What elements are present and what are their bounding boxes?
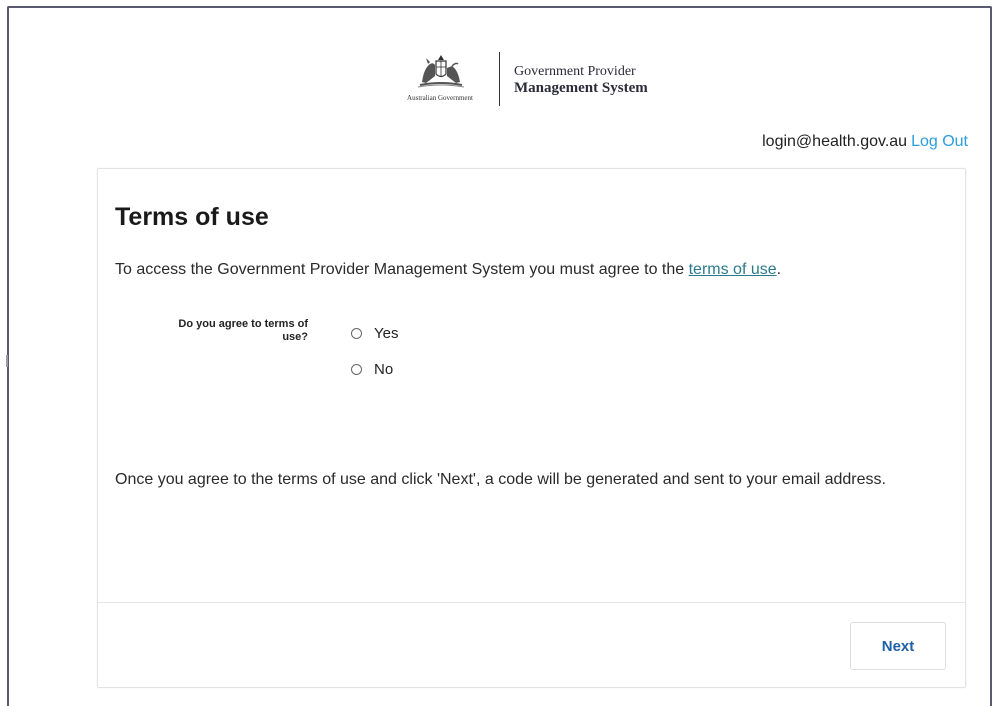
intro-prefix: To access the Government Provider Manage… — [115, 261, 689, 278]
user-email: login@health.gov.au — [762, 133, 908, 150]
user-bar: login@health.gov.au Log Out — [762, 133, 968, 151]
radio-unchecked-icon[interactable] — [351, 364, 362, 375]
radio-option-yes[interactable]: Yes — [351, 325, 398, 342]
site-header: Australian Government Government Provide… — [383, 52, 648, 108]
scroll-marker — [6, 355, 8, 367]
logout-link[interactable]: Log Out — [911, 133, 968, 150]
card-footer: Next — [98, 602, 965, 689]
australian-government-logo: Australian Government — [383, 52, 493, 108]
coat-of-arms-icon — [417, 55, 465, 88]
terms-of-use-link[interactable]: terms of use — [689, 261, 777, 278]
radio-label-yes: Yes — [374, 325, 399, 342]
government-name: Australian Government — [407, 94, 473, 102]
info-text: Once you agree to the terms of use and c… — [115, 471, 886, 488]
system-name: Government Provider Management System — [514, 64, 648, 96]
intro-suffix: . — [776, 261, 782, 278]
question-label: Do you agree to terms of use? — [128, 318, 308, 344]
system-name-line2: Management System — [514, 80, 648, 96]
header-divider — [499, 52, 500, 106]
question-label-text: Do you agree to terms of use? — [178, 318, 308, 343]
terms-card: Terms of use To access the Government Pr… — [97, 168, 966, 688]
radio-option-no[interactable]: No — [351, 361, 393, 378]
page-title: Terms of use — [115, 203, 269, 231]
intro-text: To access the Government Provider Manage… — [115, 261, 781, 279]
system-name-line1: Government Provider — [514, 64, 636, 79]
radio-unchecked-icon[interactable] — [351, 328, 362, 339]
radio-label-no: No — [374, 361, 394, 378]
next-button[interactable]: Next — [850, 622, 946, 670]
